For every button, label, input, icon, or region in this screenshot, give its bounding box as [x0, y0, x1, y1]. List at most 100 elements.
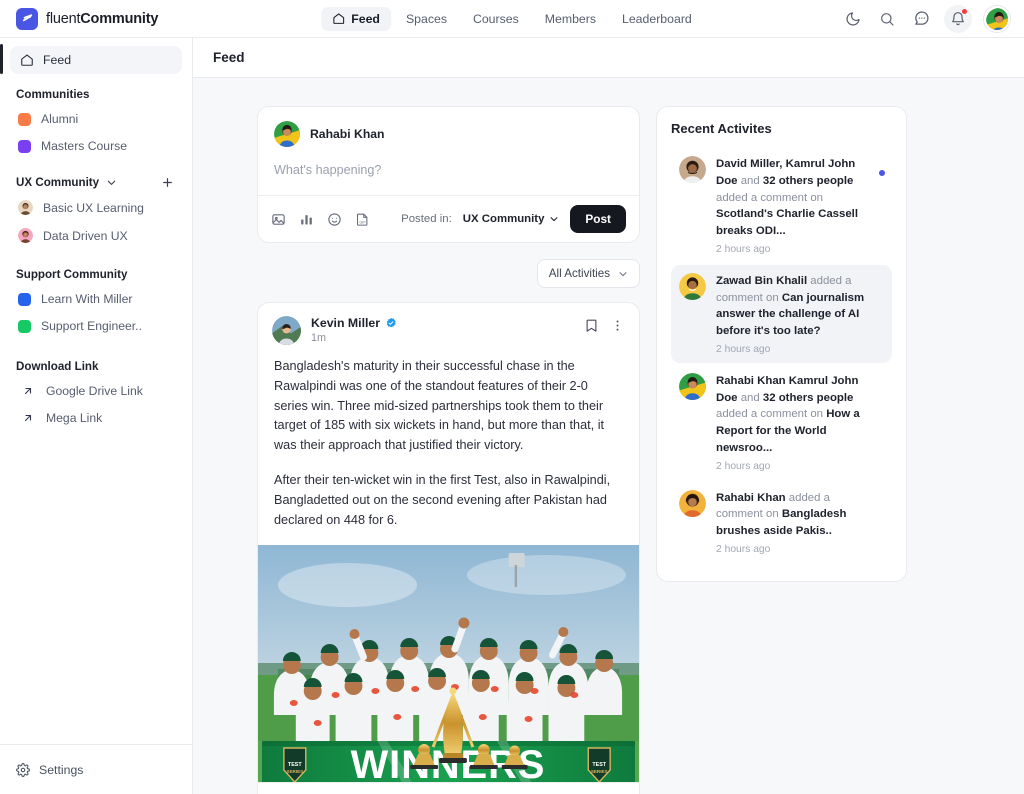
- recent-activities-panel: Recent Activites David Miller, Kamrul Jo…: [656, 106, 907, 583]
- user-avatar[interactable]: [984, 5, 1010, 32]
- sidebar-scrollbar[interactable]: [0, 44, 3, 74]
- sidebar-item-google-drive-link[interactable]: Google Drive Link: [10, 379, 182, 403]
- nav-tab-leaderboard[interactable]: Leaderboard: [611, 7, 703, 31]
- sidebar-item-feed[interactable]: Feed: [10, 46, 182, 74]
- nav-tab-leaderboard-label: Leaderboard: [622, 11, 692, 26]
- post-button[interactable]: Post: [570, 205, 626, 233]
- activity-time: 2 hours ago: [716, 544, 771, 556]
- sidebar-item-data-driven-ux[interactable]: Data Driven UX: [10, 223, 182, 248]
- color-swatch-icon: [18, 319, 31, 333]
- sidebar-item-mega-link[interactable]: Mega Link: [10, 406, 182, 430]
- post-image[interactable]: WINNERS TEST SERIES TEST: [258, 544, 639, 782]
- nav-tab-courses[interactable]: Courses: [462, 7, 530, 31]
- brand-logo[interactable]: fluentCommunity: [0, 7, 158, 30]
- home-icon: [20, 53, 34, 67]
- sidebar-scroll-area: Feed Communities Alumni Masters Course U…: [0, 38, 192, 744]
- feed-column: Rahabi Khan What's happening? GIF Posted…: [257, 106, 640, 794]
- home-icon: [332, 12, 345, 25]
- avatar: [274, 121, 300, 147]
- gif-icon[interactable]: GIF: [355, 212, 370, 227]
- post-header: Kevin Miller 1m: [258, 303, 639, 345]
- bookmark-icon[interactable]: [584, 318, 599, 333]
- posted-in-select[interactable]: UX Community: [463, 213, 560, 225]
- activity-target: Scotland's Charlie Cassell breaks ODI...: [716, 208, 858, 238]
- search-icon[interactable]: [876, 8, 898, 30]
- image-icon[interactable]: [271, 212, 286, 227]
- feed-filter-row: All Activities: [257, 259, 640, 288]
- activity-action: added a comment on: [716, 408, 827, 421]
- activity-body: David Miller, Kamrul John Doe and 32 oth…: [716, 156, 884, 255]
- post-card: Kevin Miller 1m Bangladesh's maturity in…: [257, 302, 640, 794]
- composer-user: Rahabi Khan: [274, 121, 623, 147]
- composer-top: Rahabi Khan What's happening?: [258, 107, 639, 195]
- nav-tab-spaces[interactable]: Spaces: [395, 7, 458, 31]
- activity-item[interactable]: Zawad Bin Khalil added a comment on Can …: [671, 264, 892, 363]
- sidebar-item-mega-link-label: Mega Link: [46, 411, 103, 425]
- chevron-down-icon[interactable]: [106, 177, 117, 188]
- post-meta: Kevin Miller 1m: [311, 316, 397, 344]
- post-timestamp: 1m: [311, 332, 326, 344]
- activity-actors: Rahabi Khan: [716, 491, 786, 504]
- color-swatch-icon: [18, 292, 31, 306]
- avatar[interactable]: [272, 316, 301, 345]
- sidebar-item-masters-course[interactable]: Masters Course: [10, 134, 182, 158]
- composer-tools: GIF: [271, 212, 370, 227]
- sidebar-item-support-engineer-label: Support Engineer..: [41, 319, 142, 333]
- svg-text:TEST: TEST: [288, 761, 302, 767]
- activity-item[interactable]: Rahabi Khan added a comment on Banglades…: [671, 482, 892, 563]
- activity-time: 2 hours ago: [716, 243, 771, 255]
- activity-item[interactable]: David Miller, Kamrul John Doe and 32 oth…: [671, 148, 892, 263]
- poll-icon[interactable]: [299, 212, 314, 227]
- page-title: Feed: [213, 50, 245, 65]
- nav-tab-courses-label: Courses: [472, 11, 519, 26]
- post-body: Bangladesh's maturity in their successfu…: [258, 345, 639, 545]
- top-navbar: fluentCommunity Feed Spaces Courses Memb…: [0, 0, 1024, 38]
- avatar: [679, 372, 706, 400]
- sidebar-item-learn-with-miller[interactable]: Learn With Miller: [10, 287, 182, 311]
- nav-tab-feed[interactable]: Feed: [321, 6, 391, 31]
- chevron-down-icon: [549, 214, 559, 224]
- sidebar-item-basic-ux-learning[interactable]: Basic UX Learning: [10, 195, 182, 220]
- chat-icon[interactable]: [910, 8, 932, 30]
- sidebar-item-settings[interactable]: Settings: [16, 763, 83, 777]
- post-header-actions: [584, 316, 625, 333]
- avatar: [18, 200, 33, 215]
- external-link-arrow-icon: [22, 385, 36, 397]
- activity-mid: and: [737, 174, 763, 187]
- color-swatch-icon: [18, 139, 31, 153]
- nav-tabs: Feed Spaces Courses Members Leaderboard: [321, 6, 703, 31]
- activity-item[interactable]: Rahabi Khan Kamrul John Doe and 32 other…: [671, 365, 892, 480]
- sidebar-heading-download-link: Download Link: [16, 360, 99, 373]
- more-options-icon[interactable]: [610, 318, 625, 333]
- brand-mark-icon: [16, 7, 38, 30]
- activities-filter-label: All Activities: [548, 267, 610, 280]
- activity-actors: Zawad Bin Khalil: [716, 274, 808, 287]
- nav-tab-members-label: Members: [544, 11, 597, 26]
- post-paragraph-1: Bangladesh's maturity in their successfu…: [274, 359, 605, 453]
- gear-icon: [16, 762, 30, 777]
- activity-time: 2 hours ago: [716, 343, 771, 355]
- post-footer: 16 likes • 7 Comments: [258, 781, 639, 794]
- sidebar-item-alumni[interactable]: Alumni: [10, 107, 182, 131]
- nav-tab-feed-label: Feed: [351, 11, 380, 26]
- moon-icon[interactable]: [842, 8, 864, 30]
- add-space-button[interactable]: [161, 176, 176, 189]
- activities-filter-select[interactable]: All Activities: [536, 259, 640, 288]
- color-swatch-icon: [18, 112, 31, 126]
- composer-input[interactable]: What's happening?: [274, 147, 623, 195]
- sidebar-item-support-engineer[interactable]: Support Engineer..: [10, 314, 182, 338]
- post-composer: Rahabi Khan What's happening? GIF Posted…: [257, 106, 640, 243]
- chevron-down-icon: [618, 269, 628, 279]
- sidebar-feed-label: Feed: [43, 53, 72, 67]
- nav-tab-members[interactable]: Members: [534, 7, 607, 31]
- emoji-icon[interactable]: [327, 212, 342, 227]
- svg-text:TEST: TEST: [592, 761, 606, 767]
- sidebar-heading-communities: Communities: [16, 88, 90, 101]
- posted-in-label: Posted in:: [401, 213, 452, 225]
- notifications-button[interactable]: [944, 4, 972, 33]
- content-columns: Rahabi Khan What's happening? GIF Posted…: [193, 106, 1024, 794]
- body-row: Feed Communities Alumni Masters Course U…: [0, 38, 1024, 794]
- brand-text: fluentCommunity: [46, 11, 158, 27]
- activity-body: Zawad Bin Khalil added a comment on Can …: [716, 273, 884, 355]
- avatar: [18, 228, 33, 243]
